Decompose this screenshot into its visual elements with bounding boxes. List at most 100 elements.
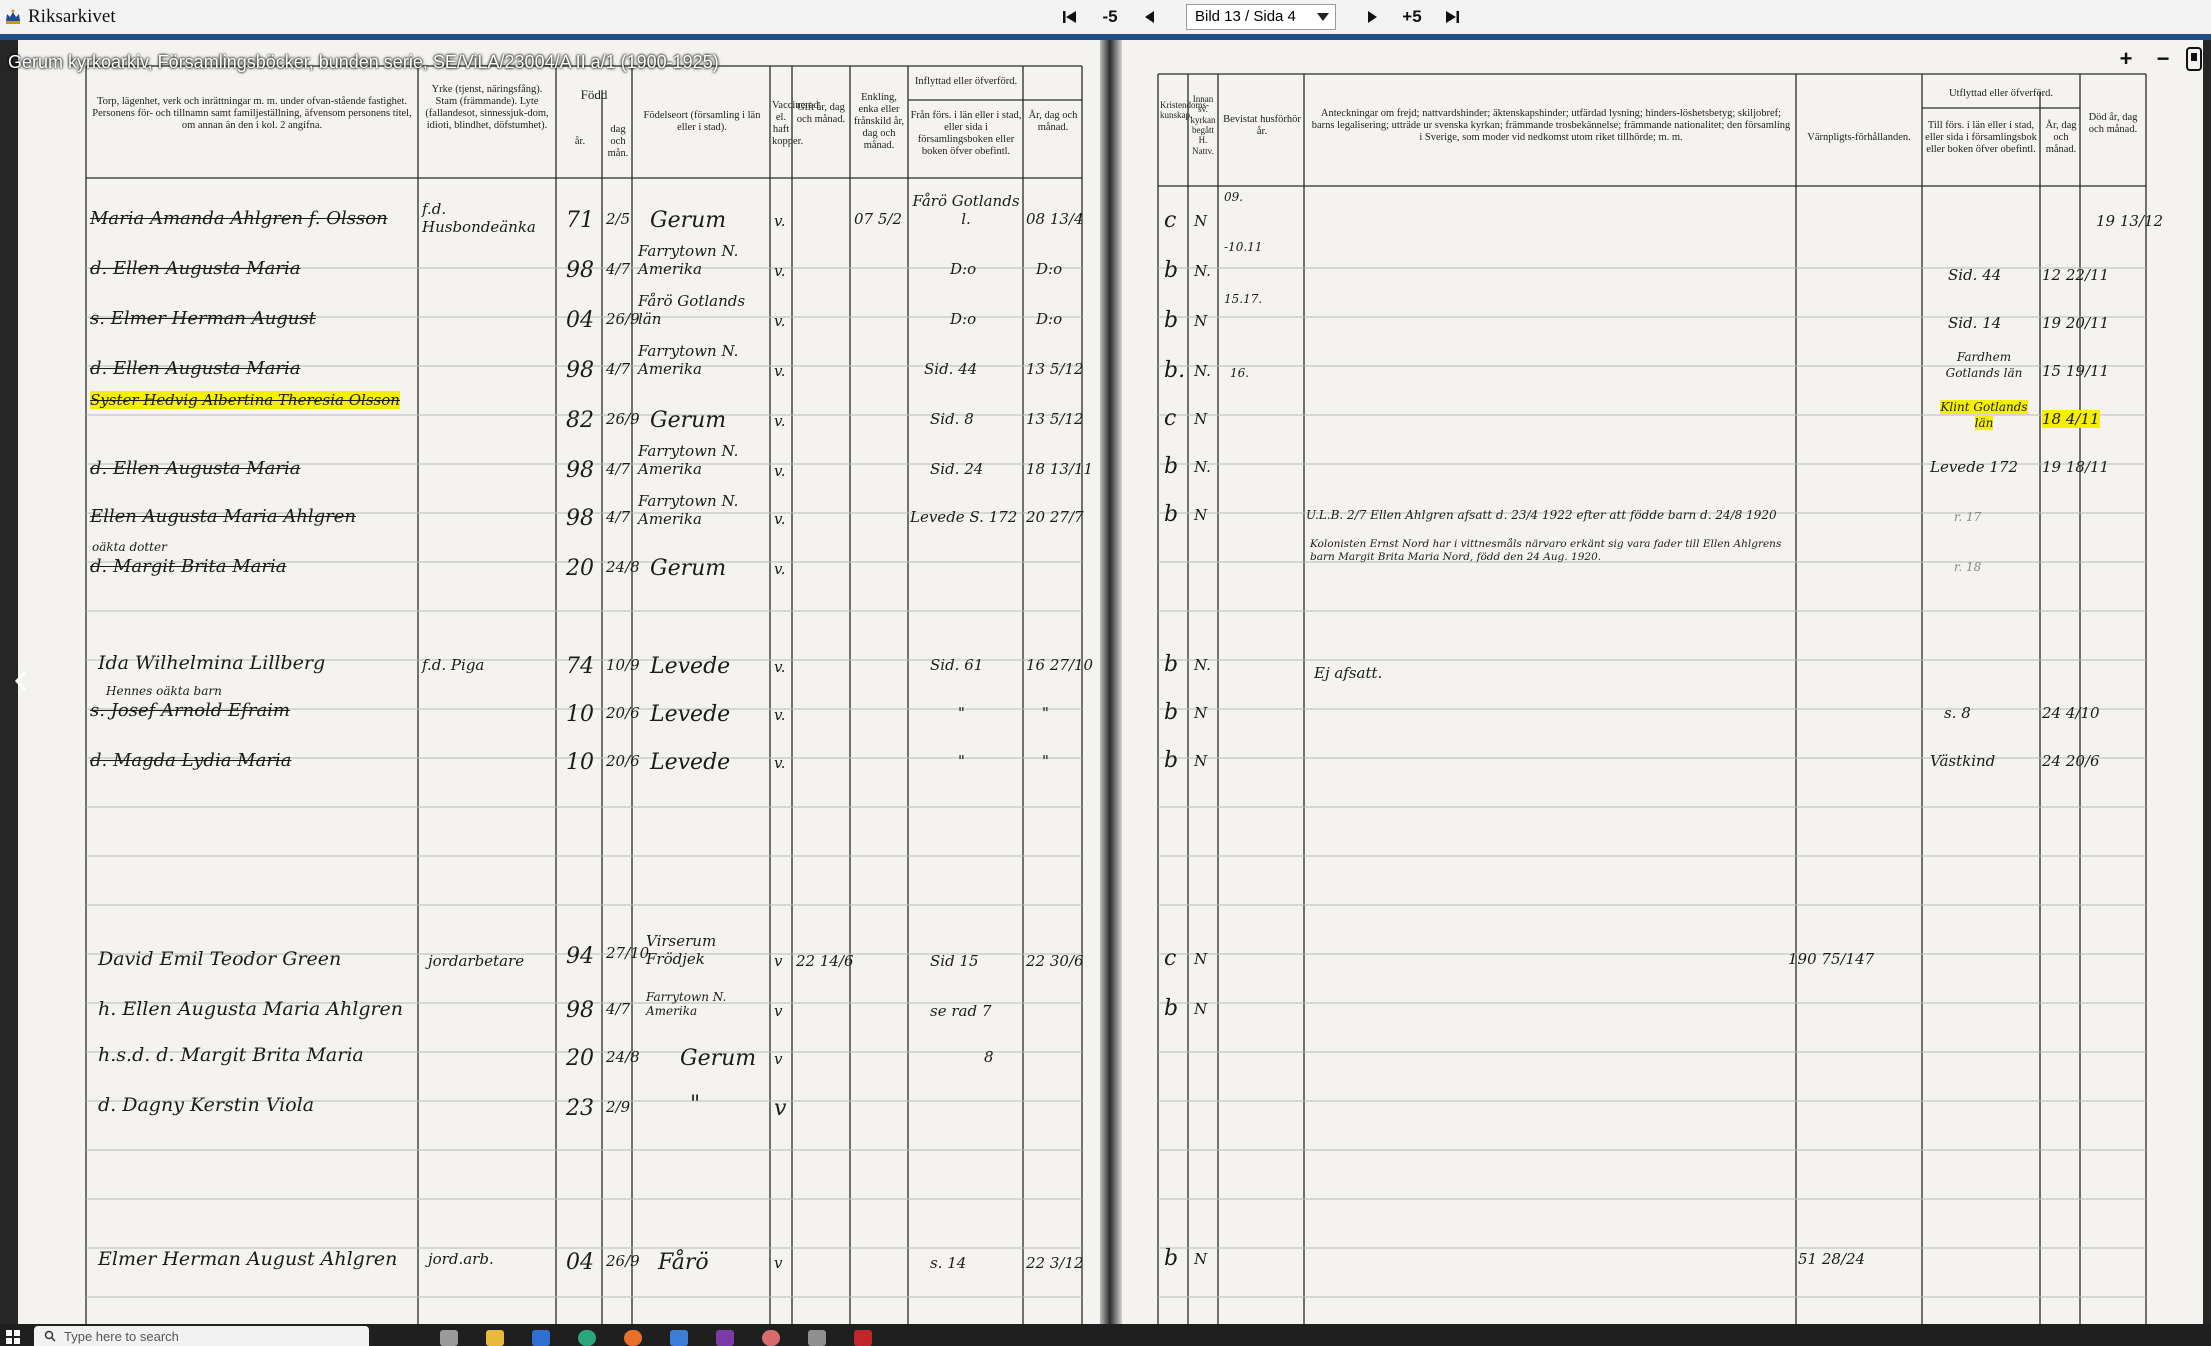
col-header-moved-in: Inflyttad eller öfverförd. — [914, 76, 1018, 87]
entry-name: Syster Hedvig Albertina Theresia Olsson — [90, 391, 420, 409]
app-icon[interactable] — [808, 1330, 826, 1346]
task-view-icon[interactable] — [440, 1330, 458, 1346]
entry-trade: jordarbetare — [428, 952, 525, 970]
entry-day: 2/9 — [606, 1098, 631, 1116]
entry-catechism: 15.17. — [1224, 292, 1263, 306]
next-page-button[interactable] — [1352, 3, 1392, 31]
entry-moved-from: D:o — [950, 260, 977, 278]
entry-vaccinated: v. — [774, 754, 786, 772]
image-viewer[interactable]: Torp, lägenhet, verk och inrättningar m.… — [0, 40, 2211, 1324]
entry-name: s. Elmer Herman August — [90, 308, 316, 329]
entry-moved-to: Sid. 14 — [1948, 314, 2002, 332]
entry-note: Hennes oäkta barn — [106, 684, 222, 698]
entry-moved-to: Västkind — [1930, 752, 1996, 770]
app-icon[interactable] — [762, 1330, 780, 1346]
entry-moved-from: Sid. 24 — [930, 460, 984, 478]
crown-icon — [6, 9, 20, 24]
app-icon[interactable] — [854, 1330, 872, 1346]
first-page-button[interactable] — [1050, 3, 1090, 31]
prev-page-button[interactable] — [1130, 3, 1170, 31]
zoom-in-button[interactable]: + — [2115, 46, 2137, 71]
col-header-military: Värnpligts-förhållanden. — [1807, 132, 1911, 143]
ledger-page-right: Kristendoms-kunskap. Innan sv. kyrkan be… — [1118, 40, 2203, 1324]
entry-year: 98 — [566, 258, 594, 283]
plus-icon: + — [2119, 46, 2133, 71]
col-header-notes: Anteckningar om frejd; nattvardshinder; … — [1311, 108, 1791, 144]
entry-name: d. Ellen Augusta Maria — [90, 258, 301, 279]
previous-image-button[interactable] — [10, 668, 32, 694]
entry-birthplace: Virserum Frödjek — [646, 932, 717, 968]
windows-start-icon[interactable] — [6, 1330, 20, 1344]
entry-name: David Emil Teodor Green — [98, 948, 342, 970]
highlighted-date: 18 4/11 — [2042, 410, 2100, 428]
entry-communion: N — [1194, 506, 1208, 524]
entry-communion: N — [1194, 1250, 1208, 1268]
col-header-trade: Yrke (tjenst, näringsfång). Stam (främma… — [425, 84, 549, 132]
entry-moved-in: 22 3/12 — [1026, 1254, 1084, 1272]
back-5-button[interactable]: -5 — [1090, 3, 1130, 31]
col-header-name: Torp, lägenhet, verk och inrättningar m.… — [92, 96, 412, 132]
firefox-browser-icon[interactable] — [624, 1330, 642, 1346]
entry-communion: N — [1194, 212, 1208, 230]
entry-moved-out: 24 4/10 — [2042, 704, 2100, 722]
zoom-out-button[interactable]: − — [2152, 46, 2174, 71]
entry-vaccinated: v — [774, 1002, 783, 1020]
entry-name: d. Ellen Augusta Maria — [90, 358, 301, 379]
page-select-value: Bild 13 / Sida 4 — [1195, 8, 1296, 25]
entry-day: 4/7 — [606, 1000, 631, 1018]
entry-moved-to: r. 17 — [1954, 510, 1982, 524]
entry-moved-in: D:o — [1036, 260, 1063, 278]
entry-moved-in: 8 — [984, 1048, 994, 1066]
entry-year: 04 — [566, 1250, 594, 1275]
last-page-button[interactable] — [1432, 3, 1472, 31]
entry-name: d. Ellen Augusta Maria — [90, 458, 301, 479]
entry-moved-to-wrap: Klint Gotlands län — [1930, 400, 2038, 431]
entry-birthplace: Farrytown N. Amerika — [638, 342, 739, 378]
edge-browser-icon[interactable] — [578, 1330, 596, 1346]
entry-moved-in: D:o — [1036, 310, 1063, 328]
onenote-icon[interactable] — [716, 1330, 734, 1346]
entry-note: oäkta dotter — [92, 540, 167, 554]
brand[interactable]: Riksarkivet — [4, 6, 116, 28]
entry-moved-in: 18 13/11 — [1026, 460, 1094, 478]
entry-knowledge: b — [1164, 700, 1179, 725]
col-header-moved-out: Utflyttad eller öfverförd. — [1948, 88, 2054, 99]
search-icon — [44, 1330, 56, 1342]
entry-birthplace: Levede — [650, 654, 731, 679]
entry-moved-to: Fardhem Gotlands län — [1945, 350, 2023, 380]
page-select[interactable]: Bild 13 / Sida 4 — [1186, 4, 1336, 30]
entry-military: 190 75/147 — [1788, 950, 1875, 968]
entry-moved-to: Sid. 44 — [1948, 266, 2002, 284]
entry-note: Kolonisten Ernst Nord har i vittnesmåls … — [1310, 538, 1782, 564]
first-page-icon — [1063, 11, 1076, 23]
mail-icon[interactable] — [532, 1330, 550, 1346]
entry-communion: N. — [1194, 362, 1211, 380]
entry-communion: N — [1194, 312, 1208, 330]
entry-catechism: -10.11 — [1224, 240, 1263, 254]
entry-year: 04 — [566, 308, 594, 333]
col-header-born-day: dag och mån. — [607, 124, 629, 160]
book-spine — [1100, 40, 1122, 1324]
messaging-app-icon[interactable] — [670, 1330, 688, 1346]
entry-moved-out: 18 4/11 — [2042, 410, 2100, 428]
col-header-born: Född — [580, 87, 608, 102]
forward-5-button[interactable]: +5 — [1392, 3, 1432, 31]
file-explorer-icon[interactable] — [486, 1330, 504, 1346]
taskbar-search-placeholder: Type here to search — [64, 1328, 179, 1344]
entry-moved-in: 13 5/12 — [1026, 410, 1084, 428]
entry-vaccinated: v — [774, 1096, 787, 1121]
entry-married: 22 14/6 — [796, 952, 854, 970]
entry-knowledge: c — [1164, 946, 1177, 971]
ledger-grid-right — [1157, 73, 2147, 1324]
entry-birthplace: Farrytown N. Amerika — [638, 492, 739, 528]
taskbar-search[interactable]: Type here to search — [34, 1326, 369, 1346]
fullscreen-button[interactable] — [2185, 46, 2203, 72]
entry-day: 20/6 — [606, 752, 640, 770]
entry-moved-from: Sid. 44 — [924, 360, 978, 378]
entry-vaccinated: v. — [774, 658, 786, 676]
next-page-icon — [1368, 11, 1377, 23]
entry-birthplace: Farrytown N. Amerika — [638, 242, 739, 278]
entry-name: Ida Wilhelmina Lillberg — [98, 652, 326, 674]
entry-moved-to: Levede 172 — [1930, 458, 2019, 476]
entry-moved-in: 22 30/6 — [1026, 952, 1084, 970]
